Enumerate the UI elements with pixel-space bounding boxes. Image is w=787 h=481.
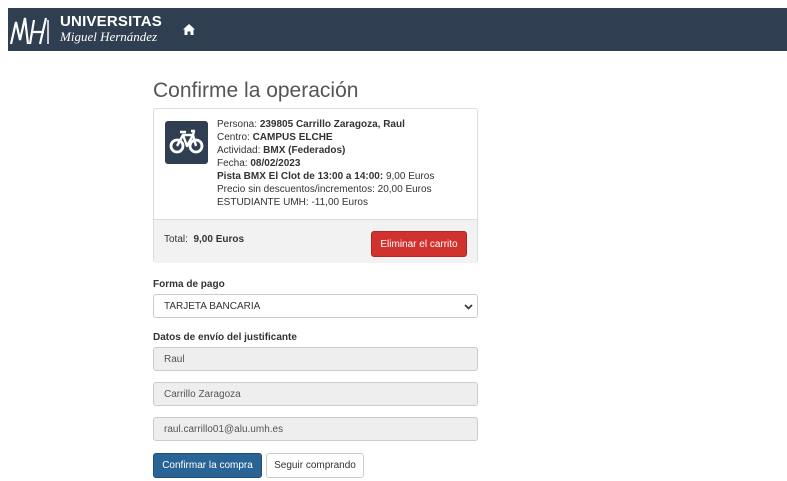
umh-logo-icon <box>9 17 49 45</box>
continue-shopping-button[interactable]: Seguir comprando <box>266 453 364 478</box>
top-navbar: UNIVERSITAS Miguel Hernández <box>8 8 787 51</box>
total-value: 9,00 Euros <box>193 234 245 245</box>
confirm-purchase-button[interactable]: Confirmar la compra <box>153 453 262 478</box>
cart-footer: Total: 9,00 Euros Eliminar el carrito <box>154 219 477 263</box>
actividad-value: BMX (Federados) <box>263 145 346 156</box>
apellidos-field[interactable]: Carrillo Zaragoza <box>153 382 478 406</box>
nombre-field[interactable]: Raul <box>153 347 478 371</box>
descuento-line: ESTUDIANTE UMH: -11,00 Euros <box>217 197 368 208</box>
logo-subtitle: Miguel Hernández <box>60 29 158 44</box>
precio-line: Precio sin descuentos/incrementos: 20,00… <box>217 184 432 195</box>
home-icon[interactable] <box>182 23 196 36</box>
cart-total: Total: 9,00 Euros <box>164 234 245 245</box>
persona-value: 239805 Carrillo Zaragoza, Raul <box>259 119 405 130</box>
payment-method-select[interactable]: TARJETA BANCARIA <box>153 294 478 318</box>
email-field[interactable]: raul.carrillo01@alu.umh.es <box>153 417 478 441</box>
payment-method-label: Forma de pago <box>153 279 225 290</box>
cart-panel: Persona: 239805 Carrillo Zaragoza, Raul … <box>153 108 478 263</box>
bicycle-icon <box>165 121 208 164</box>
persona-line: Persona: 239805 Carrillo Zaragoza, Raul <box>217 119 405 130</box>
shipping-label: Datos de envío del justificante <box>153 332 297 343</box>
pista-value: 9,00 Euros <box>385 171 435 182</box>
fecha-value: 08/02/2023 <box>250 158 301 169</box>
actividad-line: Actividad: BMX (Federados) <box>217 145 346 156</box>
pista-label: Pista BMX El Clot de 13:00 a 14:00: <box>217 171 384 182</box>
delete-cart-button[interactable]: Eliminar el carrito <box>371 231 467 257</box>
centro-value: CAMPUS ELCHE <box>252 132 333 143</box>
pista-line: Pista BMX El Clot de 13:00 a 14:00: 9,00… <box>217 170 434 183</box>
cart-item: Persona: 239805 Carrillo Zaragoza, Raul … <box>154 109 477 219</box>
payment-method-value: TARJETA BANCARIA <box>164 301 261 312</box>
cart-item-details: Persona: 239805 Carrillo Zaragoza, Raul … <box>217 118 434 209</box>
page-title: Confirme la operación <box>153 79 359 102</box>
logo-title: UNIVERSITAS <box>60 13 162 30</box>
chevron-down-icon <box>464 304 473 310</box>
centro-line: Centro: CAMPUS ELCHE <box>217 132 333 143</box>
fecha-line: Fecha: 08/02/2023 <box>217 158 301 169</box>
umh-logo[interactable]: UNIVERSITAS Miguel Hernández <box>8 10 163 50</box>
